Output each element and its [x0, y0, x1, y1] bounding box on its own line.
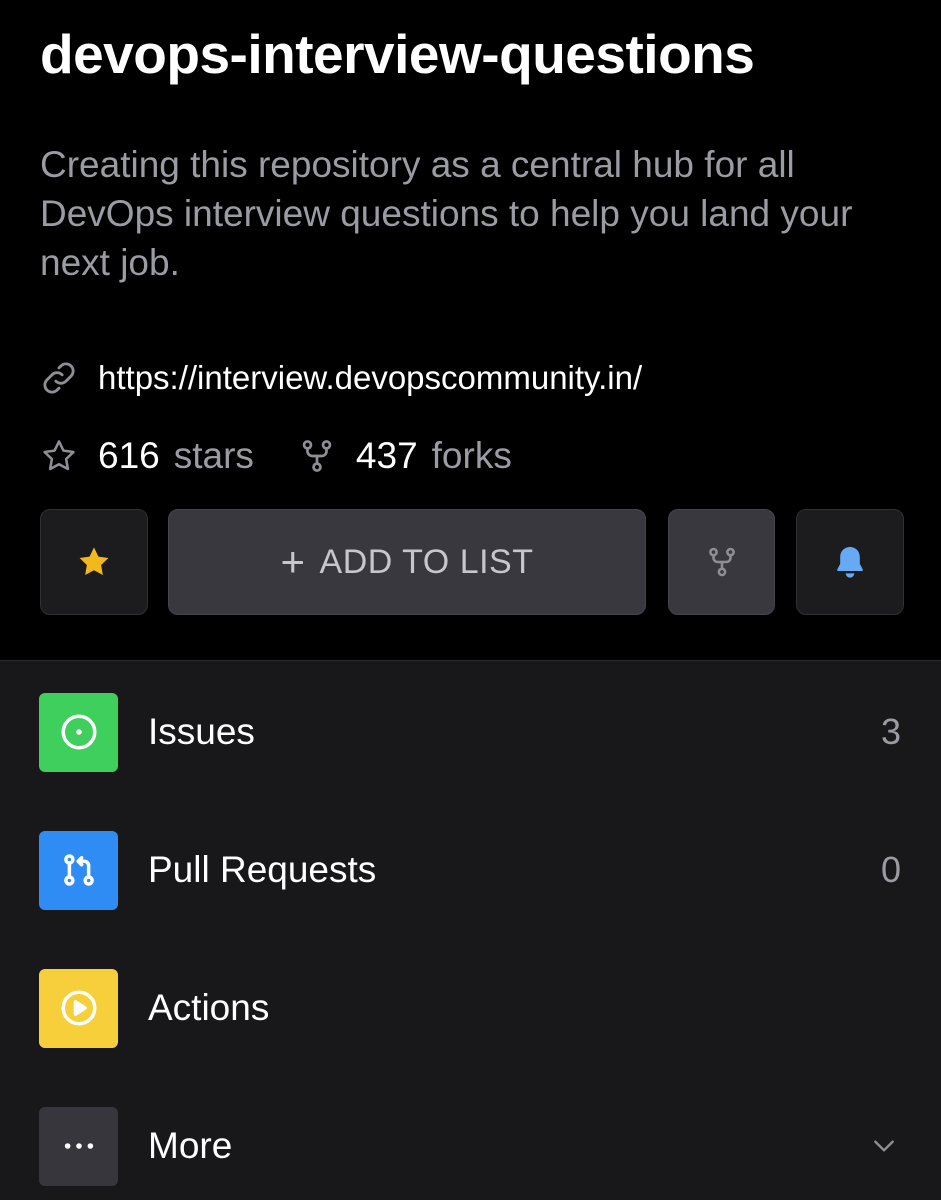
play-icon	[39, 968, 118, 1048]
repo-stats: 616 stars 437 forks	[40, 432, 512, 480]
ellipsis-icon	[39, 1106, 118, 1186]
stars-stat[interactable]: 616 stars	[40, 435, 254, 477]
issues-count: 3	[880, 711, 901, 752]
menu-item-label: Actions	[148, 987, 270, 1028]
menu-item-actions[interactable]: Actions	[0, 968, 941, 1048]
star-filled-icon	[79, 547, 109, 575]
star-button[interactable]	[40, 509, 148, 615]
pull-requests-count: 0	[880, 849, 901, 890]
repo-menu: Issues 3 Pull Requests 0 Actions More	[0, 660, 941, 1200]
stars-count: 616	[98, 435, 160, 476]
repo-header: devops-interview-questions Creating this…	[0, 0, 941, 660]
forks-stat[interactable]: 437 forks	[298, 435, 512, 477]
forks-count: 437	[355, 435, 418, 476]
star-outline-icon	[43, 440, 75, 471]
pull-request-icon	[39, 830, 118, 910]
repo-link-text[interactable]: https://interview.devopscommunity.in/	[98, 359, 642, 397]
link-icon	[43, 362, 75, 394]
menu-item-label: Pull Requests	[148, 849, 377, 890]
repo-title: devops-interview-questions	[40, 23, 755, 85]
watch-button[interactable]	[796, 509, 904, 615]
bell-icon	[837, 546, 863, 578]
repo-link[interactable]: https://interview.devopscommunity.in/	[40, 356, 642, 400]
add-to-list-label: + ADD TO LIST	[281, 541, 534, 583]
add-to-list-button[interactable]: + ADD TO LIST	[168, 509, 646, 615]
fork-button[interactable]	[668, 509, 775, 615]
stars-label: stars	[173, 435, 254, 476]
menu-item-label: More	[148, 1125, 233, 1166]
issue-icon	[39, 692, 118, 772]
add-to-list-text: ADD TO LIST	[319, 542, 534, 581]
repo-description: Creating this repository as a central hu…	[40, 144, 853, 283]
fork-icon	[302, 440, 332, 472]
menu-item-issues[interactable]: Issues 3	[0, 692, 941, 772]
menu-item-pull-requests[interactable]: Pull Requests 0	[0, 830, 941, 910]
plus-icon: +	[280, 538, 306, 585]
menu-item-more[interactable]: More	[0, 1106, 941, 1186]
chevron-down-icon[interactable]	[871, 1133, 897, 1159]
menu-item-label: Issues	[148, 711, 255, 752]
fork-icon	[708, 547, 735, 577]
forks-label: forks	[431, 435, 512, 476]
